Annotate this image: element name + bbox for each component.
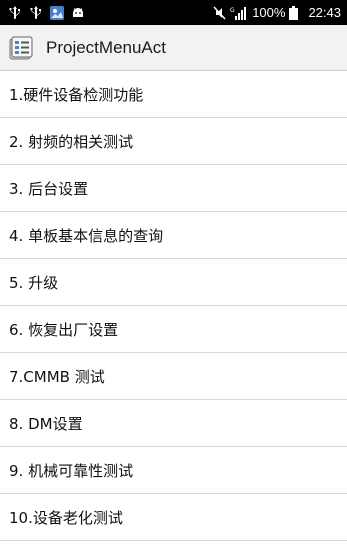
menu-item-label: 7.CMMB 测试	[9, 367, 105, 386]
menu-item-label: 8. DM设置	[9, 414, 83, 433]
screen: G 100% 22:43 ProjectMenuAct 1.硬件设备检测功能 2…	[0, 0, 347, 555]
mute-icon	[212, 5, 226, 20]
menu-item-upgrade[interactable]: 5. 升级	[0, 259, 347, 306]
menu-item-mechanical-test[interactable]: 9. 机械可靠性测试	[0, 447, 347, 494]
status-left-icons	[8, 5, 85, 20]
action-bar: ProjectMenuAct	[0, 25, 347, 71]
menu-item-cmmb-test[interactable]: 7.CMMB 测试	[0, 353, 347, 400]
usb-icon	[8, 5, 22, 20]
menu-item-rf-test[interactable]: 2. 射频的相关测试	[0, 118, 347, 165]
status-right-icons: G 100% 22:43	[212, 0, 341, 25]
menu-item-board-info[interactable]: 4. 单板基本信息的查询	[0, 212, 347, 259]
menu-item-label: 1.硬件设备检测功能	[9, 85, 144, 104]
status-bar: G 100% 22:43	[0, 0, 347, 25]
menu-item-label: 10.设备老化测试	[9, 508, 123, 527]
battery-percent: 100%	[252, 5, 286, 20]
menu-item-dm-settings[interactable]: 8. DM设置	[0, 400, 347, 447]
signal-icon: G	[230, 6, 248, 20]
menu-item-hardware-test[interactable]: 1.硬件设备检测功能	[0, 71, 347, 118]
menu-item-label: 9. 机械可靠性测试	[9, 461, 134, 480]
menu-list: 1.硬件设备检测功能 2. 射频的相关测试 3. 后台设置 4. 单板基本信息的…	[0, 71, 347, 541]
android-debug-icon	[71, 6, 85, 20]
menu-item-label: 4. 单板基本信息的查询	[9, 226, 164, 245]
app-menu-icon	[8, 35, 34, 61]
usb-icon	[29, 5, 43, 20]
menu-item-label: 5. 升级	[9, 273, 59, 292]
menu-item-label: 2. 射频的相关测试	[9, 132, 134, 151]
battery-icon	[289, 5, 299, 20]
app-title: ProjectMenuAct	[46, 37, 166, 57]
menu-item-aging-test[interactable]: 10.设备老化测试	[0, 494, 347, 541]
menu-item-background-settings[interactable]: 3. 后台设置	[0, 165, 347, 212]
menu-item-label: 6. 恢复出厂设置	[9, 320, 119, 339]
gallery-icon	[50, 5, 64, 20]
menu-item-factory-reset[interactable]: 6. 恢复出厂设置	[0, 306, 347, 353]
clock: 22:43	[308, 5, 341, 20]
network-type-label: G	[230, 7, 235, 14]
menu-item-label: 3. 后台设置	[9, 179, 89, 198]
